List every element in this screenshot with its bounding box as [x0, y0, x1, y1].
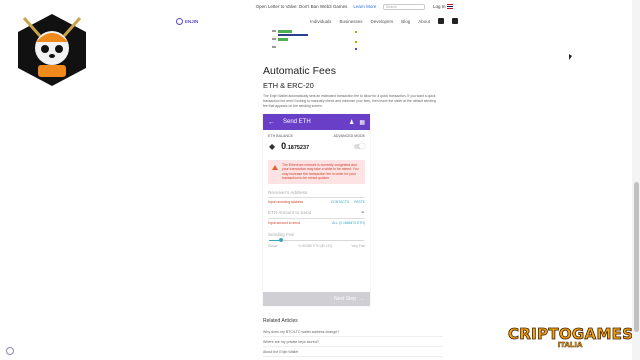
enjin-logo-text: ENJIN: [185, 18, 199, 24]
enjin-logo-icon: [176, 17, 183, 25]
fee-slower-label: Slower: [268, 243, 278, 248]
related-link[interactable]: Why does my BTC/LTC wallet address chang…: [263, 327, 443, 337]
send-eth-screenshot: ← Send ETH ♟ ▦ ETH BALANCE ADVANCED MODE…: [263, 114, 370, 306]
warning-text: The Ethereum network is currently conges…: [282, 163, 359, 181]
back-arrow-icon: ←: [268, 118, 275, 126]
criptogames-watermark: CRIPTOGAMES ITALIA: [508, 325, 634, 355]
fee-slider: [269, 238, 364, 243]
arrow-right-icon: →: [359, 296, 364, 302]
amount-error: Input amount to send: [268, 220, 300, 225]
receiver-address-field: Receiver's Address: [268, 190, 365, 198]
nav-businesses[interactable]: Businesses: [339, 19, 362, 24]
section-subtitle: ETH & ERC-20: [263, 81, 314, 90]
nav-about[interactable]: About: [418, 19, 430, 24]
link-icon: ⚭: [360, 209, 365, 216]
header-icons: ♟ ▦: [349, 119, 365, 126]
warning-icon: [272, 165, 278, 170]
advanced-mode-label: ADVANCED MODE: [333, 134, 365, 138]
mascot-logo-icon: [18, 14, 86, 86]
fee-value: ~0.000082 ETH ($0.191): [297, 243, 333, 248]
fee-slider-knob: [278, 238, 283, 243]
qr-scan-icon: ▦: [359, 119, 365, 126]
all-balance-link: ALL (0.1868472 ETH): [332, 220, 365, 225]
eth-balance-label: ETH BALANCE: [268, 134, 293, 138]
fee-faster-label: Very Fast: [351, 243, 365, 248]
related-link[interactable]: About the Enjin Wallet: [263, 347, 443, 357]
related-articles: Related Articles Why does my BTC/LTC wal…: [263, 318, 443, 357]
congestion-warning: The Ethereum network is currently conges…: [268, 160, 365, 184]
page: Open Letter to Valve: Don't Ban Web3 Gam…: [0, 0, 640, 360]
send-eth-header: ← Send ETH ♟ ▦: [263, 114, 370, 130]
related-heading: Related Articles: [263, 318, 298, 324]
section-body: The Enjin Wallet automatically sets an e…: [263, 94, 436, 108]
next-step-button: Next Step →: [263, 292, 370, 306]
scrollbar[interactable]: [632, 0, 640, 360]
search-input[interactable]: Search: [383, 4, 425, 10]
dark-mode-icon[interactable]: [452, 18, 458, 24]
amount-field: ETH Amount to Send ⚭: [268, 210, 365, 219]
balance-labels: ETH BALANCE ADVANCED MODE: [263, 130, 370, 138]
contact-icon: ♟: [348, 119, 355, 126]
github-icon[interactable]: [438, 18, 444, 24]
site-header: ENJIN Individuals Businesses Developers …: [176, 14, 458, 28]
accessibility-icon[interactable]: [6, 347, 14, 355]
advanced-mode-toggle: [354, 143, 365, 149]
login-link[interactable]: Log In: [433, 4, 446, 9]
announcement-bar: Open Letter to Valve: Don't Ban Web3 Gam…: [0, 0, 632, 12]
section-title: Automatic Fees: [263, 65, 336, 77]
eth-balance-value: 0.1875237: [281, 141, 310, 151]
amount-hint-row: Input amount to send ALL (0.1868472 ETH): [268, 221, 365, 225]
paste-link: PASTE: [354, 199, 365, 204]
ethereum-icon: ◆: [269, 141, 276, 151]
receiver-hint-row: Input receiving address CONTACTS PASTE: [268, 200, 365, 204]
sending-fee-label: Sending Fee: [268, 231, 295, 237]
announcement-text: Open Letter to Valve: Don't Ban Web3 Gam…: [255, 3, 348, 9]
language-flag-icon[interactable]: [447, 4, 453, 9]
enjin-logo[interactable]: ENJIN: [176, 17, 199, 25]
mouse-cursor-icon: [569, 54, 572, 60]
learn-more-link[interactable]: Learn More: [353, 4, 376, 9]
nav-developers[interactable]: Developers: [370, 19, 393, 24]
related-link[interactable]: Where are my private keys stored?: [263, 337, 443, 347]
fee-scale: Slower ~0.000082 ETH ($0.191) Very Fast: [268, 244, 365, 248]
scrollbar-thumb[interactable]: [634, 182, 639, 332]
contacts-link: CONTACTS: [330, 199, 350, 204]
receiver-error: Input receiving address: [268, 199, 304, 204]
send-eth-title: Send ETH: [283, 119, 311, 125]
balance-row: ◆ 0.1875237: [263, 138, 370, 151]
main-nav: Individuals Businesses Developers Blog A…: [310, 18, 458, 24]
previous-screenshot-figure: [272, 30, 357, 50]
nav-blog[interactable]: Blog: [401, 19, 410, 24]
nav-individuals[interactable]: Individuals: [310, 19, 331, 24]
